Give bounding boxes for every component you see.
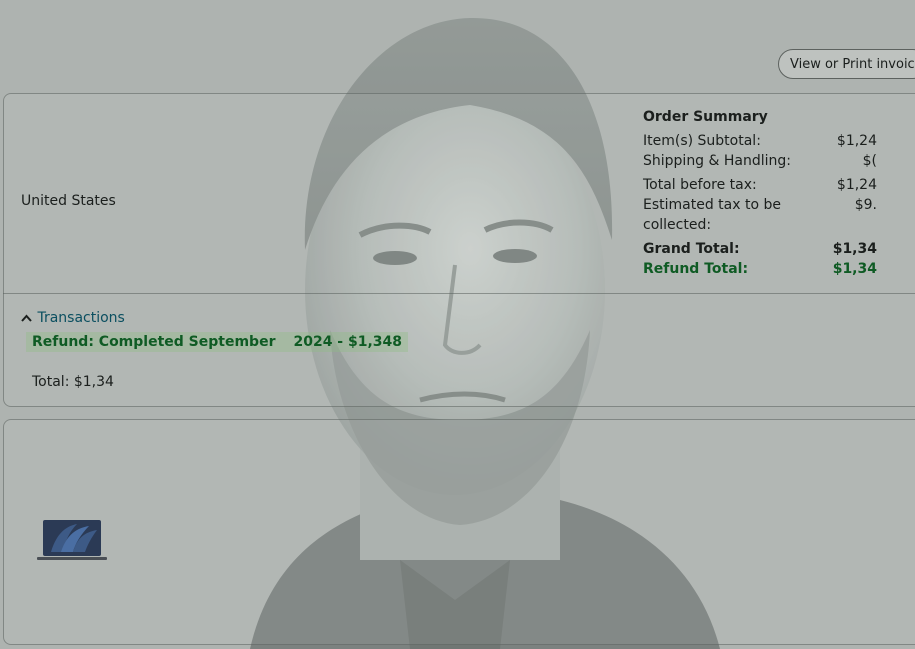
shipping-label: Shipping & Handling:: [643, 153, 792, 169]
view-print-invoice-button[interactable]: View or Print invoice: [778, 49, 915, 79]
order-summary-title: Order Summary: [643, 109, 768, 125]
grand-total-label: Grand Total:: [643, 241, 740, 257]
grand-total-value: $1,34: [832, 241, 877, 257]
refund-status-text: Refund: Completed September: [32, 334, 276, 350]
panel-divider: [3, 293, 915, 294]
estimated-tax-label-line2: collected:: [643, 217, 712, 233]
refund-transaction-line: Refund: Completed September 2024 - $1,348: [26, 332, 409, 352]
transactions-toggle-label: Transactions: [37, 310, 125, 326]
estimated-tax-value: $9.: [854, 197, 877, 213]
transactions-toggle[interactable]: Transactions: [21, 310, 125, 326]
shipping-value: $(: [862, 153, 877, 169]
refund-total-value: $1,34: [832, 261, 877, 277]
subtotal-value: $1,24: [836, 133, 877, 149]
transactions-total: Total: $1,34: [32, 374, 114, 390]
total-before-tax-value: $1,24: [836, 177, 877, 193]
refund-amount-text: 2024 - $1,348: [293, 334, 403, 350]
order-details-panel: [3, 93, 915, 407]
shipping-address-country: United States: [21, 193, 116, 209]
estimated-tax-label: Estimated tax to be: [643, 197, 781, 213]
laptop-icon[interactable]: [37, 518, 107, 562]
refund-total-label: Refund Total:: [643, 261, 749, 277]
chevron-up-icon: [21, 310, 33, 326]
order-item-panel: [3, 419, 915, 645]
total-before-tax-label: Total before tax:: [643, 177, 757, 193]
subtotal-label: Item(s) Subtotal:: [643, 133, 761, 149]
